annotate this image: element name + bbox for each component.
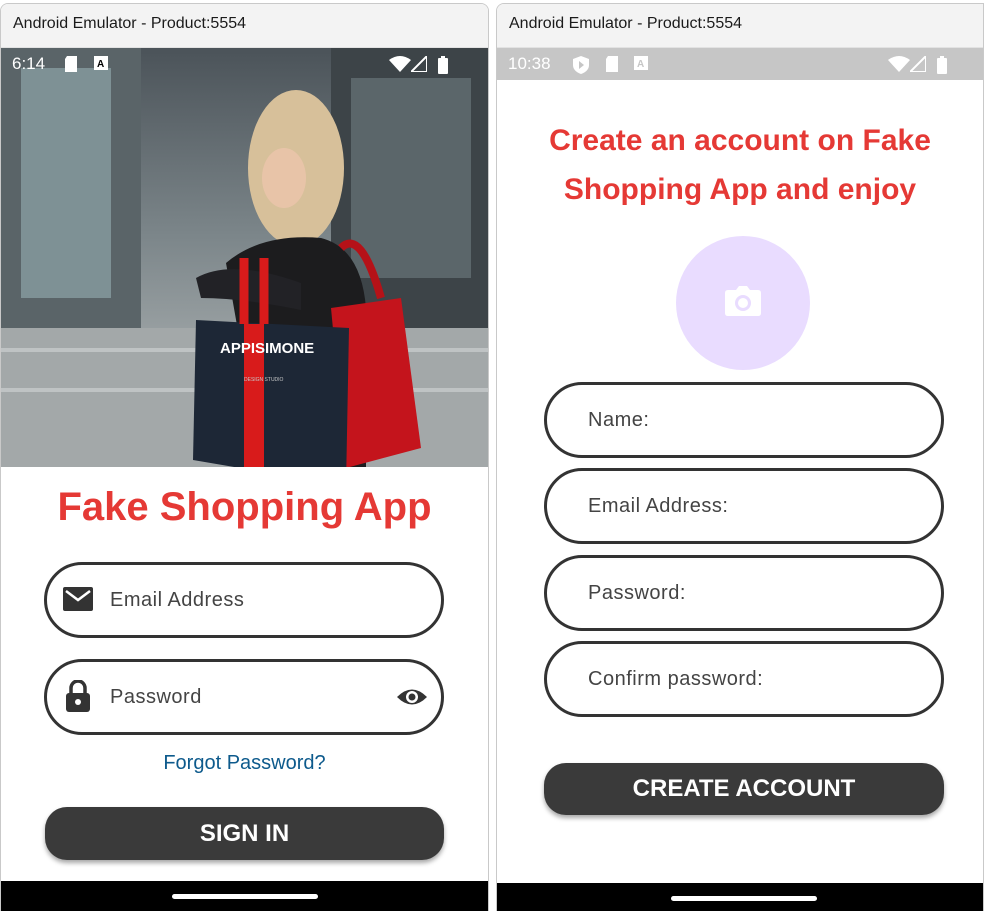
a-icon: A (94, 56, 108, 70)
emulator-window-left: Android Emulator - Product:5554 APPISIMO… (0, 3, 489, 911)
emulator-window-right: Android Emulator - Product:5554 10:38 A … (496, 3, 984, 911)
window-title: Android Emulator - Product:5554 (13, 15, 247, 32)
confirm-password-placeholder: Confirm password: (588, 668, 764, 690)
email-field[interactable]: Email Address (44, 562, 444, 638)
window-titlebar[interactable]: Android Emulator - Product:5554 (1, 4, 488, 48)
password-placeholder: Password: (588, 582, 686, 604)
name-placeholder: Name: (588, 409, 650, 431)
signal-icon (411, 56, 427, 72)
status-bar: 10:38 A (497, 48, 983, 80)
email-placeholder: Email Address: (588, 495, 729, 517)
phone-screen-signin: APPISIMONE DESIGN STUDIO 6:14 A Fake Sho… (1, 48, 488, 911)
home-gesture-bar[interactable] (671, 896, 817, 901)
status-time: 10:38 (508, 54, 551, 73)
bag-brand-text: APPISIMONE (220, 340, 314, 357)
status-time: 6:14 (12, 54, 46, 73)
password-placeholder: Password (110, 686, 202, 708)
camera-icon (725, 286, 761, 316)
forgot-password-link[interactable]: Forgot Password? (1, 752, 488, 775)
signal-icon (910, 56, 926, 72)
sign-in-button[interactable]: SIGN IN (45, 807, 444, 860)
email-field[interactable]: Email Address: (544, 468, 944, 544)
svg-text:A: A (637, 59, 644, 70)
bag-sub-text: DESIGN STUDIO (244, 377, 284, 383)
window-titlebar[interactable]: Android Emulator - Product:5554 (497, 4, 983, 48)
signup-heading-line1: Create an account on Fake (549, 124, 931, 157)
battery-icon (438, 56, 448, 74)
window-title: Android Emulator - Product:5554 (509, 15, 743, 32)
a-icon: A (634, 56, 648, 70)
sd-card-icon (65, 56, 77, 72)
lock-icon (66, 680, 90, 712)
confirm-password-field[interactable]: Confirm password: (544, 641, 944, 717)
email-placeholder: Email Address (110, 589, 245, 611)
password-field[interactable]: Password: (544, 555, 944, 631)
wifi-icon (389, 56, 411, 72)
nav-bar (1, 881, 488, 911)
eye-icon[interactable] (396, 686, 428, 708)
nav-bar (497, 883, 983, 911)
sd-card-icon (606, 56, 618, 72)
signup-heading-line2: Shopping App and enjoy (563, 173, 917, 206)
email-icon (63, 587, 93, 611)
profile-photo-picker[interactable] (676, 236, 810, 370)
svg-text:A: A (97, 59, 104, 70)
wifi-icon (888, 56, 910, 72)
name-field[interactable]: Name: (544, 382, 944, 458)
battery-icon (937, 56, 947, 74)
create-account-button[interactable]: CREATE ACCOUNT (544, 763, 944, 815)
play-protect-icon (573, 56, 589, 74)
home-gesture-bar[interactable] (172, 894, 318, 899)
password-field[interactable]: Password (44, 659, 444, 735)
app-title: Fake Shopping App (57, 485, 432, 529)
hero-image: APPISIMONE DESIGN STUDIO (1, 48, 488, 467)
phone-screen-signup: 10:38 A Create an account on Fake Shoppi… (497, 48, 983, 911)
status-bar: 6:14 A (1, 48, 488, 80)
